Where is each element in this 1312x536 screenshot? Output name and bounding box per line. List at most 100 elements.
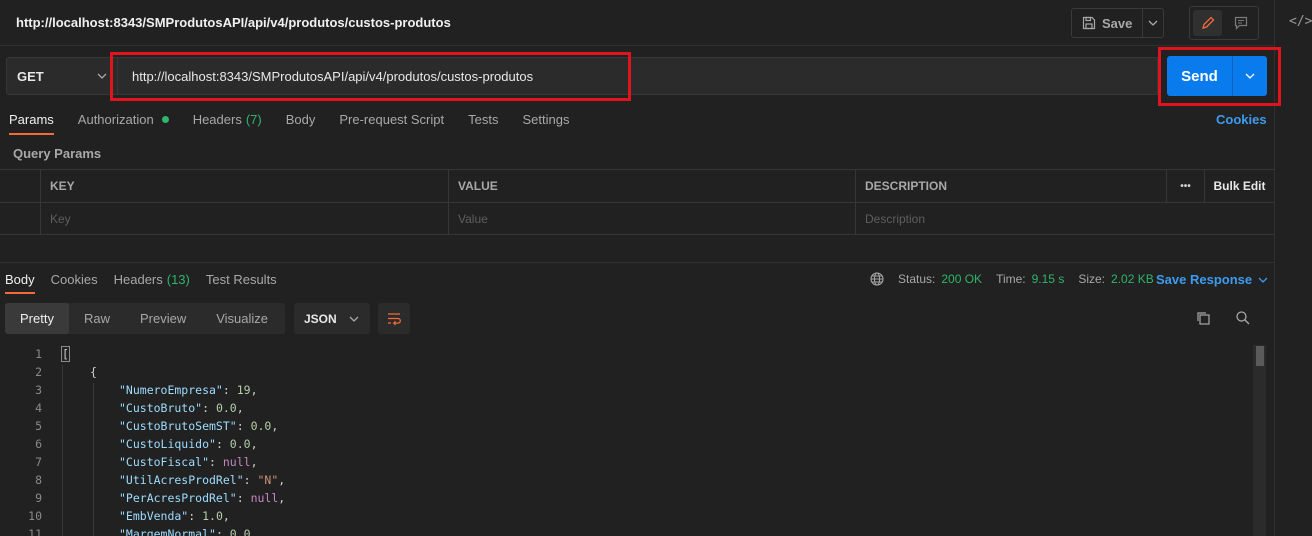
code-icon[interactable]: </> (1289, 14, 1312, 29)
chevron-down-icon (97, 73, 107, 79)
tab-label: Body (285, 112, 316, 127)
code-line: 11 "MargemNormal": 0.0, (0, 525, 1250, 536)
description-field[interactable]: Description (855, 203, 1274, 235)
cookies-link[interactable]: Cookies (1216, 112, 1267, 127)
code-line: 4 "CustoBruto": 0.0, (0, 399, 1250, 417)
status-value: 200 OK (941, 272, 983, 286)
code-line: 9 "PerAcresProdRel": null, (0, 489, 1250, 507)
json-key: "PerAcresProdRel" (119, 491, 237, 505)
json-value: null (222, 455, 251, 469)
view-raw-button[interactable]: Raw (69, 303, 125, 334)
scrollbar-thumb[interactable] (1256, 346, 1264, 366)
json-key: "CustoFiscal" (119, 455, 210, 469)
chevron-down-icon (1148, 20, 1158, 26)
column-key: KEY (40, 170, 448, 202)
tab-label: Authorization (77, 112, 154, 127)
format-select[interactable]: JSON (294, 303, 370, 334)
line-number: 3 (35, 383, 42, 397)
save-response-label: Save Response (1156, 272, 1253, 287)
json-value: 0.0 (250, 419, 272, 433)
tab-test-results[interactable]: Test Results (206, 272, 277, 287)
headers-count: (7) (245, 112, 262, 127)
code-line: 3 "NumeroEmpresa": 19, (0, 381, 1250, 399)
key-field[interactable]: Key (40, 203, 448, 235)
search-icon[interactable] (1235, 310, 1251, 329)
status-dot-icon (161, 116, 169, 123)
size-value: 2.02 KB (1111, 272, 1154, 286)
tab-pre-request-script[interactable]: Pre-request Script (339, 112, 444, 127)
json-key: "CustoBrutoSemST" (119, 419, 237, 433)
json-value: 0.0 (229, 527, 251, 536)
view-preview-button[interactable]: Preview (125, 303, 201, 334)
json-value: 0.0 (215, 401, 237, 415)
line-number: 10 (28, 509, 42, 523)
json-value: "N" (257, 473, 279, 487)
line-number: 9 (35, 491, 42, 505)
tab-authorization[interactable]: Authorization (78, 112, 169, 127)
size-label: Size: (1078, 272, 1106, 286)
tab-response-cookies[interactable]: Cookies (51, 272, 98, 287)
comments-mode-button[interactable] (1226, 10, 1255, 36)
chevron-down-icon (1258, 277, 1268, 283)
tab-tests[interactable]: Tests (468, 112, 498, 127)
bulk-edit-button[interactable]: Bulk Edit (1204, 170, 1274, 202)
query-params-title: Query Params (13, 146, 102, 161)
line-number: 1 (35, 347, 42, 361)
tab-headers[interactable]: Headers (7) (193, 112, 262, 127)
tab-label: Test Results (205, 272, 277, 287)
request-tabs: Params Authorization Headers (7) Body Pre… (9, 112, 593, 135)
headers-count: (13) (166, 272, 190, 287)
send-highlight-box (1158, 47, 1281, 106)
tab-params[interactable]: Params (9, 112, 54, 135)
value-field[interactable]: Value (448, 203, 855, 235)
method-select[interactable]: GET (6, 57, 118, 95)
tab-body[interactable]: Body (286, 112, 316, 127)
more-options-button[interactable]: ••• (1166, 170, 1204, 202)
code-text: [ (61, 346, 70, 362)
copy-icon[interactable] (1195, 310, 1211, 329)
column-description: DESCRIPTION (855, 170, 1167, 202)
tab-label: Cookies (50, 272, 98, 287)
chevron-down-icon (349, 316, 359, 322)
mode-toggle (1189, 6, 1259, 40)
comment-icon (1234, 16, 1247, 30)
line-number: 11 (28, 527, 42, 536)
save-button[interactable]: Save (1072, 9, 1144, 37)
view-mode-group: Pretty Raw Preview Visualize (5, 303, 285, 334)
table-row: Key Value Description (0, 203, 1274, 236)
json-key: "CustoLiquido" (119, 437, 216, 451)
response-body-viewer[interactable]: 1 [ 2 { 3 "NumeroEmpresa": 19, 4 "CustoB… (0, 345, 1274, 536)
response-status: Status: 200 OK Time: 9.15 s Size: 2.02 K… (870, 272, 1162, 286)
request-title[interactable]: http://localhost:8343/SMProdutosAPI/api/… (16, 15, 451, 30)
json-value: 1.0 (202, 509, 223, 523)
tab-settings[interactable]: Settings (522, 112, 569, 127)
json-key: "MargemNormal" (119, 527, 216, 536)
save-options-button[interactable] (1143, 9, 1163, 37)
time-label: Time: (996, 272, 1026, 286)
line-number: 6 (35, 437, 42, 451)
wrap-lines-button[interactable] (378, 303, 410, 334)
line-number: 8 (35, 473, 42, 487)
view-visualize-button[interactable]: Visualize (201, 303, 283, 334)
time-value: 9.15 s (1031, 272, 1065, 286)
vertical-scrollbar[interactable] (1253, 345, 1266, 536)
view-pretty-button[interactable]: Pretty (5, 303, 69, 334)
globe-icon[interactable] (870, 272, 884, 286)
divider (0, 262, 1274, 263)
tab-response-headers[interactable]: Headers (13) (114, 272, 190, 287)
save-response-button[interactable]: Save Response (1156, 272, 1268, 287)
tab-label: Headers (113, 272, 163, 287)
json-key: "NumeroEmpresa" (119, 383, 223, 397)
json-key: "UtilAcresProdRel" (119, 473, 244, 487)
tab-response-body[interactable]: Body (5, 272, 35, 294)
json-value: 19 (236, 383, 251, 397)
save-group: Save (1071, 8, 1164, 38)
json-value: null (250, 491, 279, 505)
code-line: 10 "EmbVenda": 1.0, (0, 507, 1250, 525)
column-value: VALUE (448, 170, 855, 202)
edit-mode-button[interactable] (1193, 10, 1222, 36)
code-text: { (90, 365, 97, 379)
method-label: GET (17, 68, 44, 84)
tab-label: Body (5, 272, 35, 287)
code-line: 2 { (0, 363, 1250, 381)
